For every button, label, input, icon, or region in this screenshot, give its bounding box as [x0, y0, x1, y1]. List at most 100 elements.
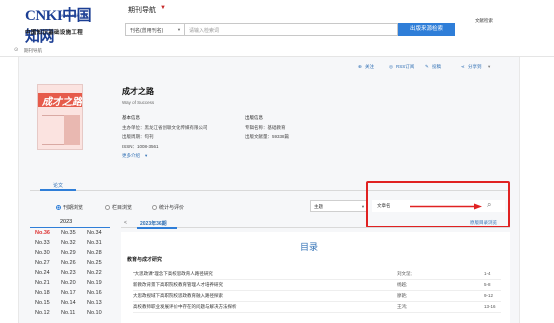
issue-link[interactable]: No.18	[35, 290, 50, 296]
share-button[interactable]: 分享到	[468, 64, 482, 70]
issue-link[interactable]: No.33	[35, 240, 50, 246]
journal-cover: 成才之路	[37, 84, 83, 150]
article-pages: 9-12	[484, 293, 494, 298]
toc-row-divider	[133, 301, 501, 302]
caret-down-icon[interactable]: ▼	[160, 5, 166, 11]
toc-row-divider	[133, 279, 501, 280]
location-icon: ⊙	[14, 47, 19, 53]
chevron-down-icon[interactable]: ▾	[145, 153, 147, 159]
issue-link[interactable]: No.35	[61, 230, 76, 236]
original-toc-link[interactable]: 原版目录浏览	[470, 220, 497, 226]
journal-subtitle: Way of Success	[122, 100, 155, 105]
article-pages: 13-16	[484, 304, 496, 309]
logo-url: www.cnki.net	[61, 13, 88, 18]
rss-icon[interactable]: ◎	[389, 64, 393, 70]
breadcrumb[interactable]: 期刊导航	[24, 48, 42, 54]
chevron-down-icon: ▼	[177, 27, 181, 32]
issue-link[interactable]: No.23	[61, 270, 76, 276]
article-author[interactable]: 刘文涅;	[397, 271, 412, 277]
tab-papers[interactable]: 论文	[40, 181, 76, 191]
logo-text: CNKI中国知网	[25, 8, 92, 45]
share-icon[interactable]: ⋖	[461, 64, 465, 70]
issue-link[interactable]: No.25	[87, 260, 102, 266]
issue-link[interactable]: No.20	[61, 280, 76, 286]
cover-lines	[42, 115, 64, 145]
submit-icon[interactable]: ✎	[425, 64, 429, 70]
follow-icon[interactable]: ⊕	[358, 64, 362, 70]
radio-dot	[152, 205, 157, 210]
radio-issue-browse[interactable]: 刊期浏览	[56, 204, 83, 211]
radio-column-browse[interactable]: 栏目浏览	[105, 204, 132, 211]
toc-section: 教育与成才研究	[127, 257, 163, 263]
basic-info-label: 基本信息	[122, 115, 140, 120]
year-underline	[30, 227, 110, 228]
issue-link[interactable]: No.36	[35, 230, 50, 236]
search-scope-select[interactable]: 刊名(曾用刊名) ▼	[125, 23, 185, 36]
current-issue-tab[interactable]: 2023年36期	[140, 220, 167, 227]
prev-issue-icon[interactable]: <	[124, 220, 127, 226]
journal-nav-dropdown[interactable]: 期刊导航	[128, 5, 156, 15]
issue-link[interactable]: No.19	[87, 280, 102, 286]
submit-button[interactable]: 投稿	[432, 64, 441, 70]
more-info-link[interactable]: 更多介绍	[122, 153, 140, 159]
issue-link[interactable]: No.28	[87, 250, 102, 256]
article-pages: 5-8	[484, 282, 491, 287]
article-title[interactable]: 大思政视域下高职院校思政教育融入路径探索	[133, 293, 223, 299]
rss-button[interactable]: RSS订阅	[396, 64, 414, 70]
year-header[interactable]: 2023	[60, 219, 72, 225]
issue-link[interactable]: No.22	[87, 270, 102, 276]
article-author[interactable]: 王鸿;	[397, 304, 407, 310]
radio-label: 栏目浏览	[112, 205, 133, 211]
issue-link[interactable]: No.26	[61, 260, 76, 266]
cnki-logo[interactable]: CNKI中国知网 www.cnki.net 中国知识基础设施工程	[25, 4, 105, 45]
article-author[interactable]: 廖艳;	[397, 293, 407, 299]
article-author[interactable]: 杨越;	[397, 282, 407, 288]
search-scope-value: 刊名(曾用刊名)	[130, 28, 164, 34]
issue-link[interactable]: No.14	[61, 300, 76, 306]
issue-link[interactable]: No.29	[61, 250, 76, 256]
article-title[interactable]: 高校教师职业发展评价中存在的问题与解决方法探析	[133, 304, 237, 310]
field-select-value: 主题	[314, 204, 323, 209]
field-select[interactable]: 主题 ▼	[310, 200, 368, 212]
header: CNKI中国知网 www.cnki.net 中国知识基础设施工程 期刊导航 ▼ …	[0, 0, 554, 45]
issue-link[interactable]: No.11	[61, 310, 75, 316]
radio-dot	[56, 205, 61, 210]
issue-link[interactable]: No.16	[87, 290, 102, 296]
article-pages: 1-4	[484, 271, 491, 276]
article-title[interactable]: 新教改背景下高职院校教育管理人才培养研究	[133, 282, 223, 288]
journal-title: 成才之路	[122, 87, 154, 96]
radio-dot	[105, 205, 110, 210]
issue-link[interactable]: No.12	[35, 310, 50, 316]
follow-button[interactable]: 关注	[365, 64, 374, 70]
issue-link[interactable]: No.13	[87, 300, 102, 306]
toc-row-divider	[133, 312, 501, 313]
search-input[interactable]: 请输入检索词	[185, 23, 398, 36]
radio-label: 统计与评价	[159, 205, 185, 211]
issue-link[interactable]: No.31	[87, 240, 102, 246]
issue-link[interactable]: No.21	[35, 280, 50, 286]
toc-title: 目录	[300, 242, 319, 252]
issue-link[interactable]: No.27	[35, 260, 50, 266]
article-title[interactable]: "大思政课"理念下高校思政育人路径研究	[133, 271, 213, 277]
issue-link[interactable]: No.30	[35, 250, 50, 256]
chevron-down-icon[interactable]: ▾	[488, 64, 490, 70]
toc-row-divider	[133, 290, 501, 291]
cover-title: 成才之路	[42, 97, 82, 108]
current-issue-underline	[137, 227, 177, 229]
issue-link[interactable]: No.32	[61, 240, 76, 246]
issue-link[interactable]: No.15	[35, 300, 50, 306]
issn: ISSN：1008-3561	[122, 144, 159, 149]
logo-subtitle: 中国知识基础设施工程	[25, 30, 84, 36]
sponsor: 主办单位：黑龙江省创联文化传媒有限公司	[122, 125, 208, 130]
database: 专辑名称：基础教育	[245, 125, 286, 130]
search-button[interactable]: 出版来源检索	[398, 23, 455, 36]
cover-picture	[64, 115, 80, 145]
issue-link[interactable]: No.17	[61, 290, 76, 296]
radio-stats[interactable]: 统计与评价	[152, 204, 184, 211]
issue-link[interactable]: No.10	[87, 310, 102, 316]
pub-info-label: 出版信息	[245, 115, 263, 120]
issue-link[interactable]: No.34	[87, 230, 102, 236]
issue-link[interactable]: No.24	[35, 270, 50, 276]
chevron-down-icon: ▼	[361, 204, 365, 209]
login-link[interactable]: 文献检索	[475, 18, 493, 24]
